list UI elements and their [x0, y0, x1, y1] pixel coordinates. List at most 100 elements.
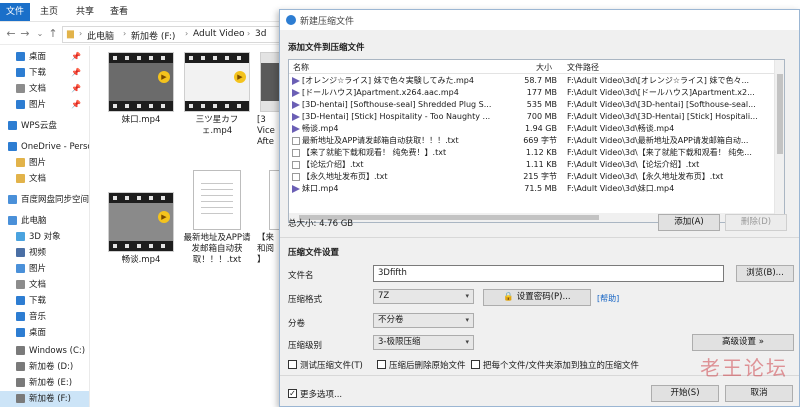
sidebar-item-onedrive-pictures[interactable]: 图片 [0, 155, 89, 171]
breadcrumb-volume-f[interactable]: 新加卷 (F:) [131, 29, 175, 42]
list-item[interactable]: [オレンジ☆ライス] 妹で色々実験してみた.mp4 58.7 MB F:\Adu… [289, 75, 774, 86]
breadcrumb-adult-video[interactable]: Adult Video [193, 29, 245, 39]
breadcrumb-this-pc[interactable]: 此电脑 [87, 29, 114, 42]
sidebar-item-onedrive[interactable]: OneDrive - Perso [0, 139, 89, 155]
sidebar-item-pc-downloads[interactable]: 下载 [0, 293, 89, 309]
item-path: F:\Adult Video\3d\【论坛介绍】.txt [567, 160, 700, 169]
list-item[interactable]: [ドールハウス]Apartment.x264.aac.mp4 177 MB F:… [289, 87, 774, 98]
dialog-titlebar[interactable]: 新建压缩文件 [280, 10, 799, 30]
tab-home[interactable]: 主页 [34, 4, 64, 20]
sidebar-item-label: 图片 [29, 100, 47, 110]
document-icon [16, 280, 25, 289]
list-item[interactable]: 【来了就能下载和观看！ 纯免费！】.txt 1.12 KB F:\Adult V… [289, 147, 774, 158]
address-box[interactable]: ▆ › 此电脑 › 新加卷 (F:) › Adult Video › 3d [62, 26, 280, 43]
vertical-scrollbar[interactable] [774, 60, 784, 222]
sidebar-item-label: 下载 [29, 68, 47, 78]
sidebar-item-pc-pictures[interactable]: 图片 [0, 261, 89, 277]
filename-input[interactable]: 3Dfifth [373, 265, 724, 282]
pin-icon: 📌 [71, 84, 81, 93]
document-icon [16, 84, 25, 93]
format-label: 压缩格式 [288, 295, 323, 305]
file-tile[interactable]: ▶ 三ツ星カフェ.mp4 [181, 52, 253, 152]
sidebar-item-drive-d[interactable]: 新加卷 (D:) [0, 359, 89, 375]
list-item[interactable]: [3D-hentai] [Softhouse-seal] Shredded Pl… [289, 99, 774, 110]
chevron-down-icon: ▾ [465, 338, 469, 346]
file-tile[interactable]: ▶ 畅谈.mp4 [105, 192, 177, 272]
sidebar-item-baidu-sync[interactable]: 百度网盘同步空间 [0, 192, 89, 208]
split-select[interactable]: 不分卷 ▾ [373, 313, 474, 328]
sidebar-item-documents[interactable]: 文档 📌 [0, 81, 89, 97]
tab-view[interactable]: 查看 [104, 4, 134, 20]
sidebar-item-pc-documents[interactable]: 文档 [0, 277, 89, 293]
file-name: 最新地址及APP请发邮箱自动获取！！！.txt [183, 233, 251, 265]
back-icon[interactable]: ← [4, 26, 18, 42]
file-tile[interactable]: [3 Vice Afte [257, 52, 280, 162]
file-name: 妹口.mp4 [121, 115, 161, 125]
format-select[interactable]: 7Z ▾ [373, 289, 474, 304]
file-tile[interactable]: 【来 和阅 】 [257, 170, 280, 280]
sidebar-item-pc-desktop[interactable]: 桌面 [0, 325, 89, 341]
breadcrumb-3d[interactable]: 3d [255, 29, 266, 39]
sidebar-item-music[interactable]: 音乐 [0, 309, 89, 325]
drive-icon [16, 346, 25, 355]
total-size: 总大小: 4.76 GB [288, 219, 354, 229]
tab-share[interactable]: 共享 [70, 4, 100, 20]
list-item[interactable]: 妹口.mp4 71.5 MB F:\Adult Video\3d\妹口.mp4 [289, 183, 774, 194]
list-item[interactable]: 最新地址及APP请发邮箱自动获取！！！.txt 669 字节 F:\Adult … [289, 135, 774, 146]
video-thumbnail: ▶ [108, 192, 174, 252]
forward-icon[interactable]: → [18, 26, 32, 42]
drive-icon [16, 394, 25, 403]
sidebar-item-3d-objects[interactable]: 3D 对象 [0, 229, 89, 245]
video-thumbnail: ▶ [184, 52, 250, 112]
up-icon[interactable]: ↑ [46, 26, 60, 42]
list-item[interactable]: 【论坛介绍】.txt 1.11 KB F:\Adult Video\3d\【论坛… [289, 159, 774, 170]
column-path[interactable]: 文件路径 [567, 62, 599, 73]
file-list[interactable]: 名称 大小 文件路径 [オレンジ☆ライス] 妹で色々実験してみた.mp4 58.… [288, 59, 785, 223]
start-button[interactable]: 开始(S) [651, 385, 719, 402]
list-item[interactable]: [3D-Hentai] [Stick] Hospitality - Too Na… [289, 111, 774, 122]
sidebar-item-this-pc[interactable]: 此电脑 [0, 213, 89, 229]
browse-button[interactable]: 浏览(B)... [736, 265, 794, 282]
sidebar-item-label: 桌面 [29, 328, 47, 338]
sidebar-item-label: 音乐 [29, 312, 47, 322]
sidebar-item-drive-c[interactable]: Windows (C:) [0, 343, 89, 359]
set-password-button[interactable]: 🔒 设置密码(P)... [483, 289, 591, 306]
sidebar-item-drive-f[interactable]: 新加卷 (F:) [0, 391, 89, 407]
file-tile[interactable]: ▶ 妹口.mp4 [105, 52, 177, 132]
add-button[interactable]: 添加(A) [658, 214, 720, 231]
sidebar-item-drive-e[interactable]: 新加卷 (E:) [0, 375, 89, 391]
test-archive-checkbox[interactable] [288, 360, 297, 369]
sidebar-item-label: 此电脑 [21, 216, 47, 226]
column-name[interactable]: 名称 [293, 62, 309, 73]
list-item[interactable]: 【永久地址发布页】.txt 215 字节 F:\Adult Video\3d\【… [289, 171, 774, 182]
sidebar-item-videos[interactable]: 视频 [0, 245, 89, 261]
chevron-right-icon: › [185, 29, 189, 38]
scrollbar-thumb[interactable] [777, 74, 783, 154]
more-options-checkbox[interactable]: ✓ [288, 389, 297, 398]
cancel-button[interactable]: 取消 [725, 385, 793, 402]
help-link[interactable]: [帮助] [597, 293, 619, 304]
tab-file[interactable]: 文件 [0, 3, 31, 21]
sidebar-item-label: 下载 [29, 296, 47, 306]
separate-archives-checkbox[interactable] [471, 360, 480, 369]
item-size: 1.94 GB [524, 124, 557, 133]
text-file-icon [292, 173, 300, 181]
folder-icon [16, 174, 25, 183]
file-tile[interactable]: 最新地址及APP请发邮箱自动获取！！！.txt [181, 170, 253, 270]
item-size: 535 MB [526, 100, 557, 109]
level-select[interactable]: 3-极限压缩 ▾ [373, 335, 474, 350]
sidebar-item-downloads[interactable]: 下载 📌 [0, 65, 89, 81]
sidebar-item-desktop[interactable]: 桌面 📌 [0, 49, 89, 65]
advanced-settings-button[interactable]: 高级设置 » [692, 334, 794, 351]
column-size[interactable]: 大小 [536, 62, 552, 73]
item-name: [オレンジ☆ライス] 妹で色々実験してみた.mp4 [302, 76, 474, 85]
sidebar-item-wps-cloud[interactable]: WPS云盘 [0, 118, 89, 134]
item-size: 1.12 KB [525, 148, 557, 157]
sidebar-item-onedrive-documents[interactable]: 文档 [0, 171, 89, 187]
delete-after-checkbox[interactable] [377, 360, 386, 369]
delete-button[interactable]: 删除(D) [725, 214, 787, 231]
recent-dropdown-icon[interactable]: ⌄ [33, 26, 47, 42]
sidebar-item-label: 图片 [29, 158, 47, 168]
sidebar-item-pictures[interactable]: 图片 📌 [0, 97, 89, 113]
list-item[interactable]: 畅谈.mp4 1.94 GB F:\Adult Video\3d\畅谈.mp4 [289, 123, 774, 134]
